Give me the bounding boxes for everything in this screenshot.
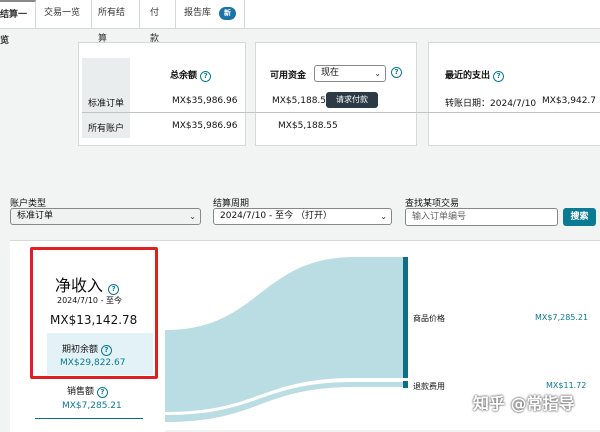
sales-label: 销售额 ?: [67, 384, 108, 398]
sankey-node-refund: [403, 381, 408, 388]
info-icon[interactable]: ?: [100, 345, 112, 356]
sankey-node-product: [403, 257, 408, 378]
watermark: 知乎 @常指导: [473, 394, 575, 413]
sales-amount[interactable]: MX$7,285.21: [62, 401, 122, 411]
flow-amount-refund-fee[interactable]: MX$11.72: [546, 381, 586, 390]
sankey-flow-main: [165, 257, 403, 412]
sales-underline: [35, 418, 143, 419]
net-income-amount: MX$13,142.78: [50, 313, 138, 327]
info-icon[interactable]: ?: [96, 387, 108, 398]
flow-label-refund-fee: 退款费用: [413, 382, 445, 391]
net-income-date-range: 2024/7/10 - 至今: [57, 296, 122, 305]
flow-label-product-price: 商品价格: [413, 314, 445, 323]
info-icon[interactable]: ?: [108, 284, 120, 295]
net-income-title: 净收入 ?: [55, 272, 120, 296]
opening-balance-label: 期初余额 ?: [62, 342, 112, 356]
flow-amount-product-price[interactable]: MX$7,285.21: [535, 313, 588, 322]
opening-balance-amount[interactable]: MX$29,822.67: [60, 358, 125, 368]
